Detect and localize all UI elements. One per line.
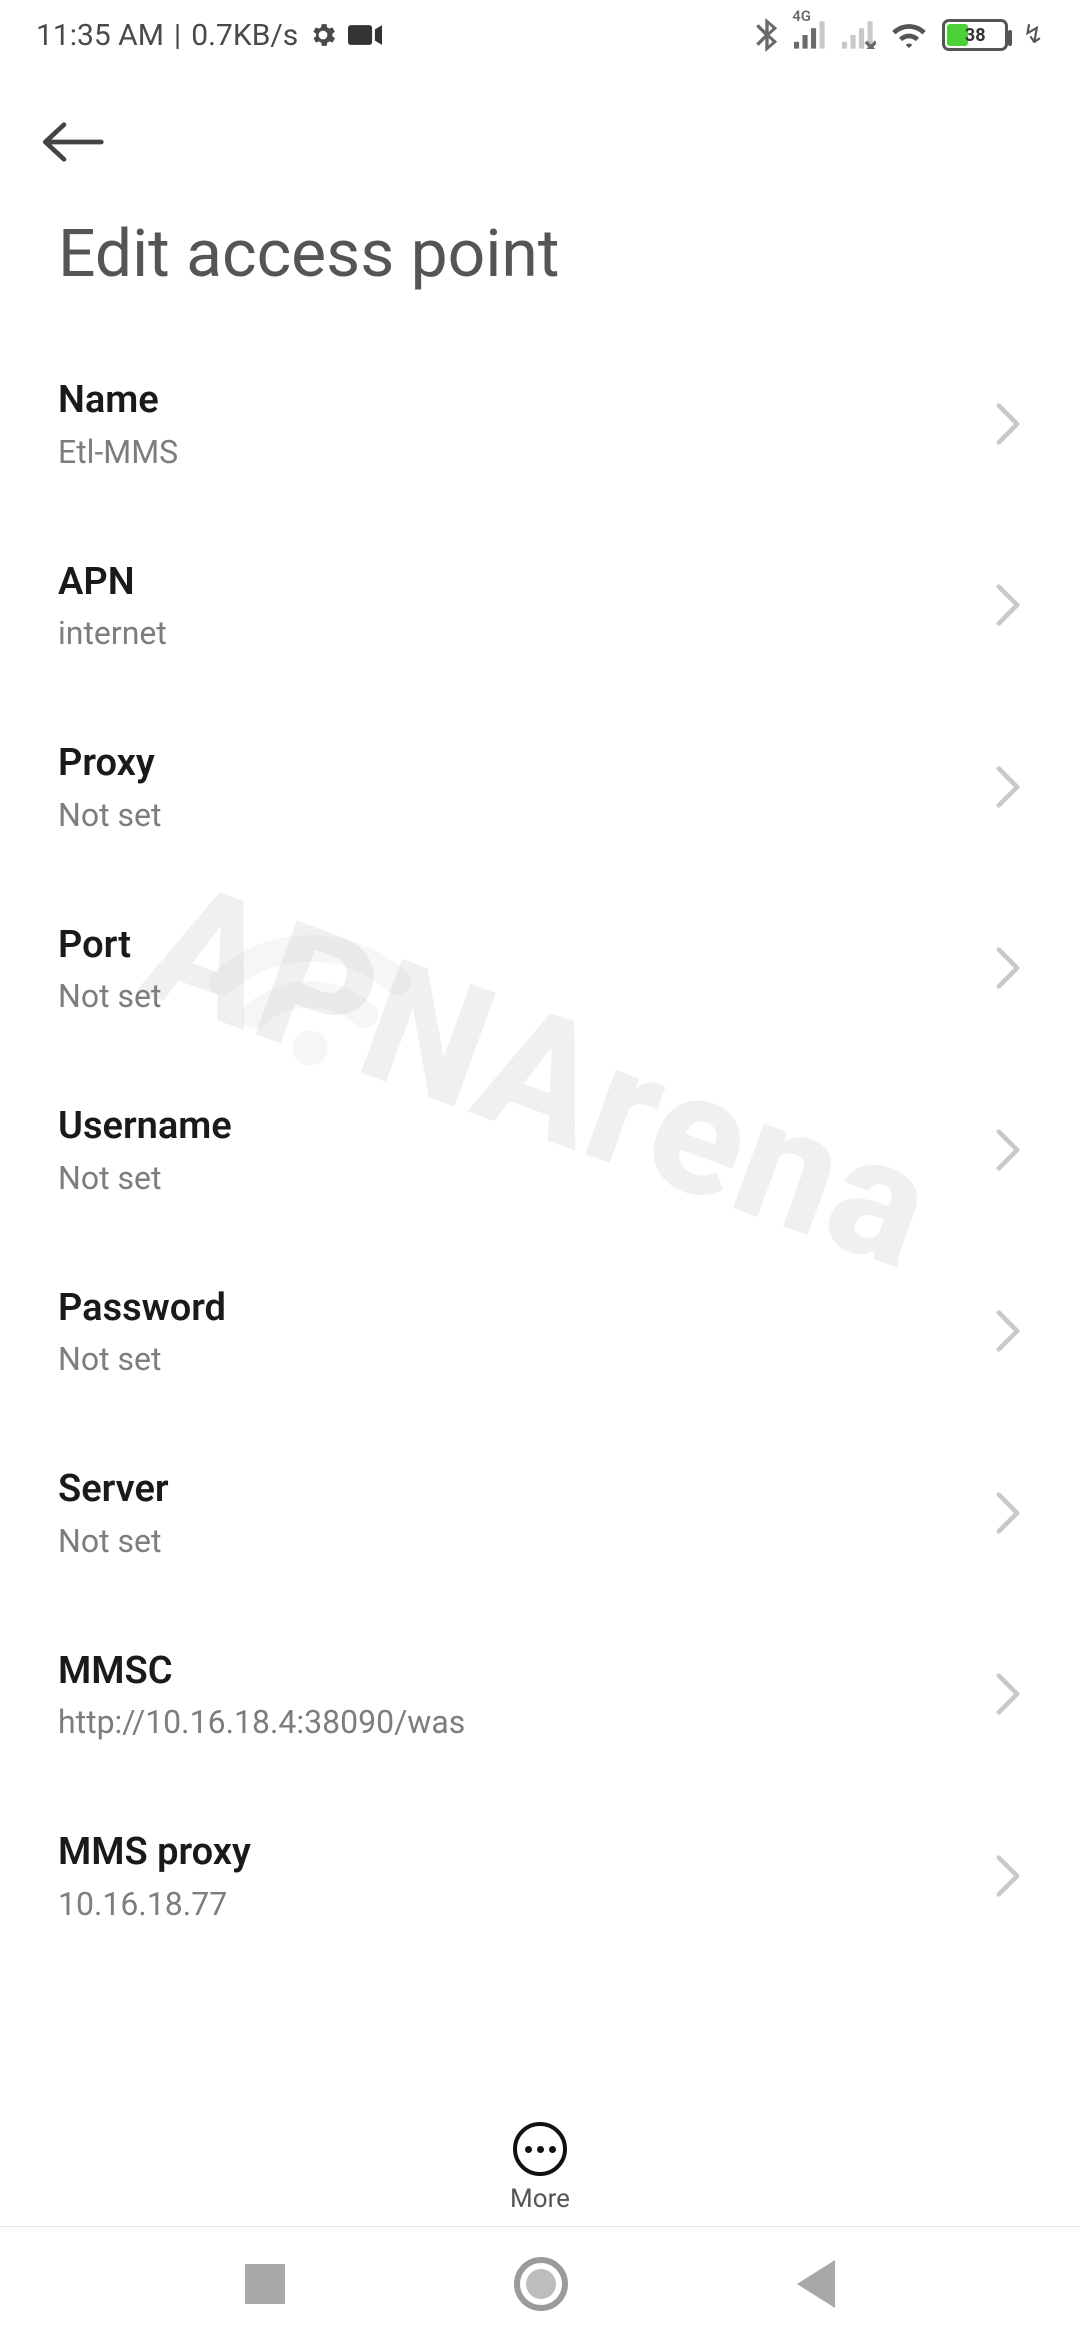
row-title: Password	[58, 1285, 974, 1333]
status-sep: |	[174, 18, 181, 53]
charging-icon: ↯	[1022, 20, 1044, 50]
row-value: Not set	[58, 1159, 974, 1197]
chevron-right-icon	[994, 946, 1022, 990]
row-title: Proxy	[58, 740, 974, 788]
row-apn[interactable]: APN internet	[0, 515, 1080, 697]
more-label: More	[510, 2184, 570, 2214]
chevron-right-icon	[994, 1309, 1022, 1353]
row-title: Name	[58, 377, 974, 425]
arrow-left-icon	[40, 118, 104, 166]
status-data-rate: 0.7KB/s	[191, 18, 298, 53]
video-icon	[348, 22, 382, 48]
chevron-right-icon	[994, 1128, 1022, 1172]
row-title: MMS proxy	[58, 1829, 974, 1877]
row-value: Not set	[58, 796, 974, 834]
nav-bar	[0, 2226, 1080, 2340]
chevron-right-icon	[994, 1672, 1022, 1716]
row-title: APN	[58, 559, 974, 607]
more-icon	[513, 2122, 567, 2176]
row-title: Server	[58, 1466, 974, 1514]
row-password[interactable]: Password Not set	[0, 1241, 1080, 1423]
nav-home[interactable]	[514, 2257, 568, 2311]
status-bar: 11:35 AM | 0.7KB/s 4G 38 ↯	[0, 0, 1080, 70]
chevron-right-icon	[994, 583, 1022, 627]
row-value: Not set	[58, 977, 974, 1015]
row-title: MMSC	[58, 1648, 974, 1696]
row-username[interactable]: Username Not set	[0, 1059, 1080, 1241]
back-button[interactable]	[40, 94, 136, 190]
row-value: Not set	[58, 1522, 974, 1560]
chevron-right-icon	[994, 765, 1022, 809]
row-title: Port	[58, 922, 974, 970]
row-value: http://10.16.18.4:38090/was	[58, 1703, 974, 1741]
row-value: Not set	[58, 1340, 974, 1378]
battery-indicator: 38	[942, 19, 1008, 51]
row-value: internet	[58, 614, 974, 652]
wifi-icon	[890, 20, 928, 50]
chevron-right-icon	[994, 402, 1022, 446]
status-time: 11:35 AM	[36, 18, 164, 53]
row-value: 10.16.18.77	[58, 1885, 974, 1923]
gear-icon	[308, 20, 338, 50]
row-value: Etl-MMS	[58, 433, 974, 471]
more-button[interactable]: More	[0, 2096, 1080, 2226]
nav-recents[interactable]	[245, 2264, 285, 2304]
row-mms-proxy[interactable]: MMS proxy 10.16.18.77	[0, 1785, 1080, 1967]
chevron-right-icon	[994, 1491, 1022, 1535]
signal-sim2	[842, 21, 876, 49]
row-server[interactable]: Server Not set	[0, 1422, 1080, 1604]
row-mmsc[interactable]: MMSC http://10.16.18.4:38090/was	[0, 1604, 1080, 1786]
page-title: Edit access point	[40, 190, 1040, 333]
settings-list: Name Etl-MMS APN internet Proxy Not set …	[0, 333, 1080, 1967]
signal-sim1-label: 4G	[792, 7, 811, 25]
chevron-right-icon	[994, 1854, 1022, 1898]
nav-back[interactable]	[797, 2260, 835, 2308]
row-title: Username	[58, 1103, 974, 1151]
bluetooth-icon	[754, 18, 780, 52]
signal-sim1: 4G	[794, 21, 828, 49]
row-port[interactable]: Port Not set	[0, 878, 1080, 1060]
row-proxy[interactable]: Proxy Not set	[0, 696, 1080, 878]
row-name[interactable]: Name Etl-MMS	[0, 333, 1080, 515]
